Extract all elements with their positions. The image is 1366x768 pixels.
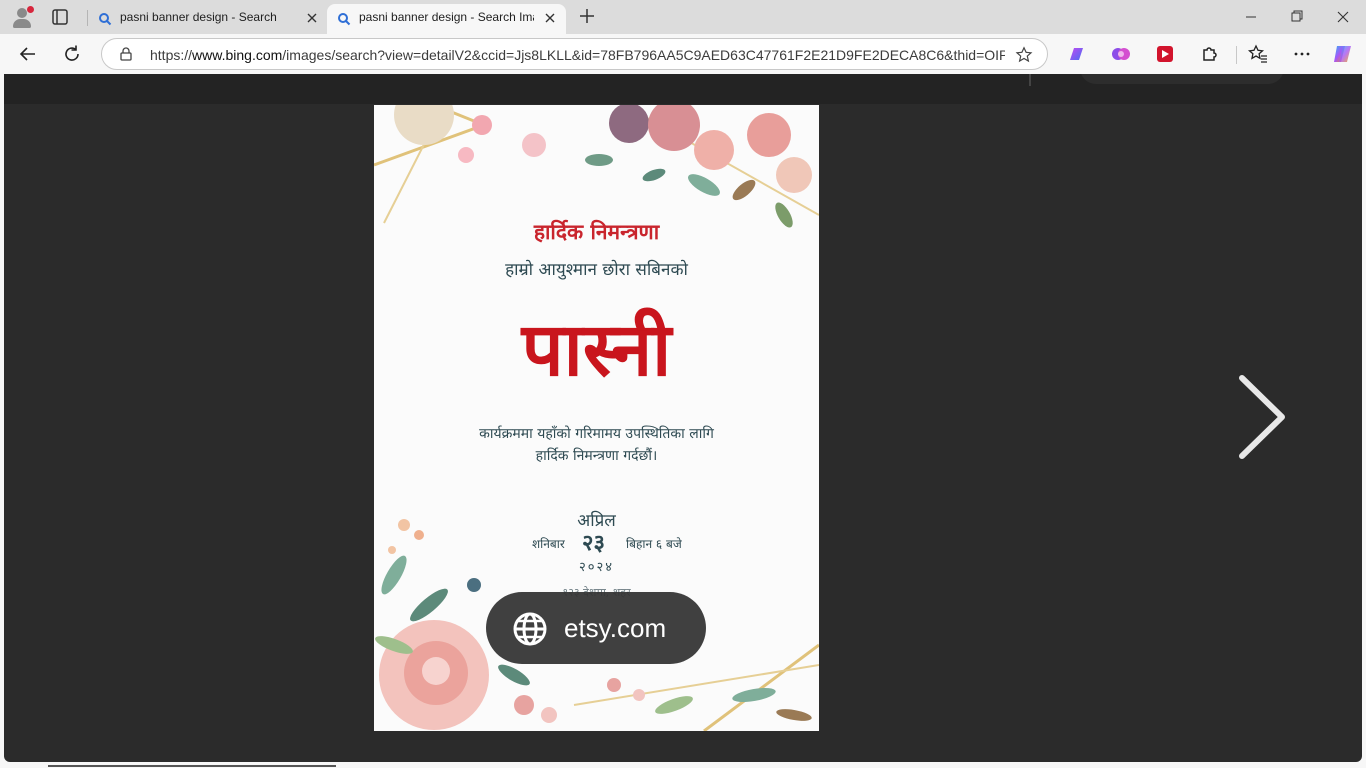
event-weekday: शनिबार [532,537,565,551]
event-time: बिहान ६ बजे [626,537,682,551]
viewer-top-bar [4,74,1362,104]
back-icon[interactable] [16,42,40,66]
event-day: २३ [582,530,605,556]
minimize-icon[interactable] [1228,0,1274,34]
copilot-icon[interactable] [1331,42,1355,66]
favorites-icon[interactable] [1246,42,1270,66]
close-tab-icon[interactable] [304,10,320,26]
star-icon[interactable] [1015,46,1033,64]
globe-icon [512,611,548,647]
source-badge[interactable]: etsy.com [486,592,706,664]
tab-strip: pasni banner design - Search pasni banne… [0,0,1366,34]
event-year: २०२४ [578,560,615,575]
taskbar-edge [0,762,1366,768]
invitation-body-line: कार्यक्रममा यहाँको गरिमामय उपस्थितिका ला… [479,426,714,442]
invitation-body: कार्यक्रममा यहाँको गरिमामय उपस्थितिका ला… [374,423,819,467]
more-icon[interactable] [1290,42,1314,66]
search-icon [98,12,112,26]
refresh-icon[interactable] [60,42,84,66]
url-text[interactable]: https://www.bing.com/images/search?view=… [150,47,1005,63]
invitation-title: पास्नी [521,307,672,393]
close-tab-icon[interactable] [542,10,558,26]
close-window-icon[interactable] [1320,0,1366,34]
tab-actions-icon[interactable] [48,6,72,28]
video-extension-icon[interactable] [1153,42,1177,66]
divider [1029,74,1031,86]
notification-dot [27,6,34,13]
lock-icon[interactable] [118,46,134,62]
browser-toolbar: https://www.bing.com/images/search?view=… [0,34,1366,74]
image-viewer: हार्दिक निमन्त्रणा हाम्रो आयुश्मान छोरा … [4,74,1362,762]
viewer-header-pill[interactable] [1080,74,1284,84]
invitation-body-line: हार्दिक निमन्त्रणा गर्दछौं। [535,448,658,464]
tab-search-images[interactable]: pasni banner design - Search Images [327,4,566,34]
address-bar[interactable]: https://www.bing.com/images/search?view=… [101,38,1048,70]
invitation-subheading: हाम्रो आयुश्मान छोरा सबिनको [505,260,688,280]
toolbar-separator [1236,46,1237,64]
copilot-designer-icon[interactable] [1065,42,1089,66]
profile-avatar[interactable] [9,4,35,30]
search-icon [337,12,351,26]
chevron-right-icon[interactable] [1234,374,1288,464]
tab-title: pasni banner design - Search [120,10,277,24]
invitation-heading: हार्दिक निमन्त्रणा [533,219,660,244]
brain-extension-icon[interactable] [1109,42,1133,66]
tab-title: pasni banner design - Search Images [359,10,534,24]
source-domain[interactable]: etsy.com [564,612,666,644]
restore-icon[interactable] [1274,0,1320,34]
new-tab-icon[interactable] [576,5,598,27]
tab-search[interactable]: pasni banner design - Search [88,4,326,34]
extensions-icon[interactable] [1197,42,1221,66]
